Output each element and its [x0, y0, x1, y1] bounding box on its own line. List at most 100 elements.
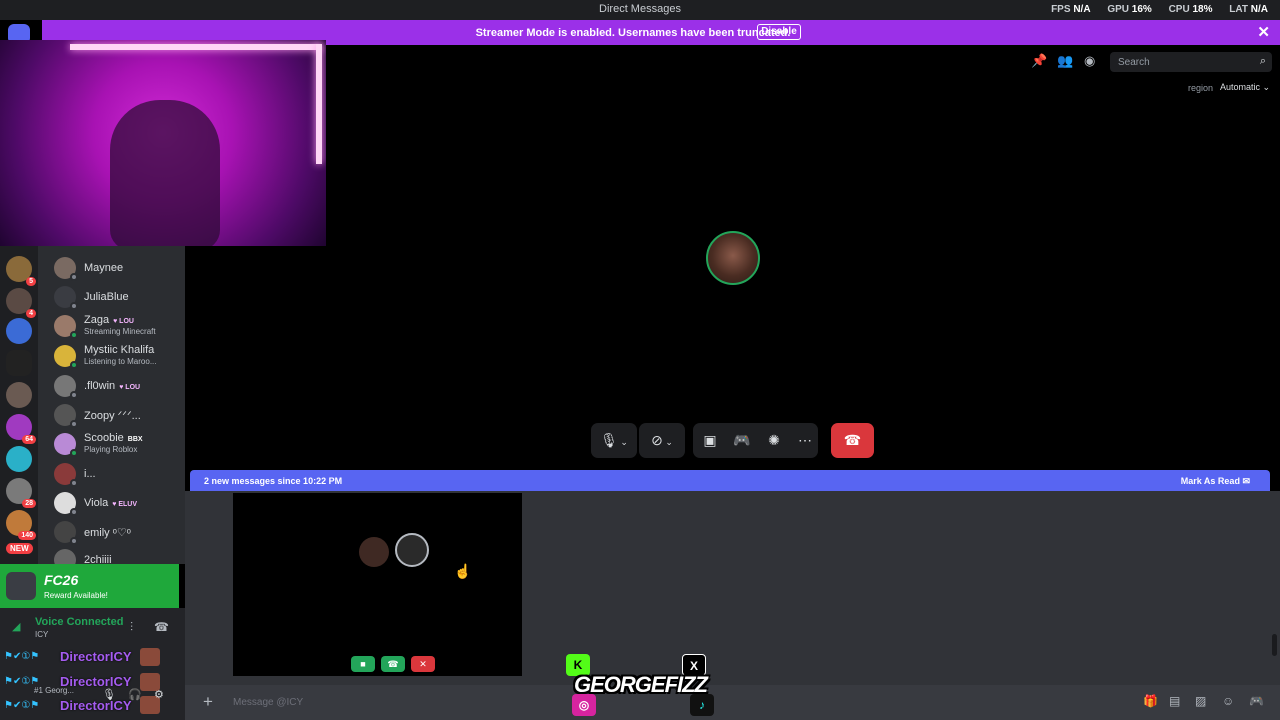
avatar	[54, 315, 78, 339]
pin-icon[interactable]: 📌	[1031, 53, 1047, 69]
mark-as-read-button[interactable]: Mark As Read ✉	[1181, 476, 1250, 487]
new-messages-text: 2 new messages since 10:22 PM	[204, 476, 343, 486]
server-icon[interactable]	[6, 318, 32, 344]
gpu-value: 16%	[1131, 4, 1152, 15]
sticker-icon[interactable]: ▨	[1195, 694, 1206, 708]
unread-badge: 140	[18, 531, 36, 540]
dm-item[interactable]: emily ᵒ♡ᵒ	[52, 516, 182, 546]
clan-tag: ♥ LOU	[113, 318, 134, 325]
dm-name-row: Scoobie BBX	[84, 432, 143, 444]
webcam-overlay	[0, 40, 326, 246]
status-dot	[70, 479, 78, 487]
avatar	[54, 375, 78, 399]
camera-off-icon: ⊘	[651, 432, 663, 448]
chevron-down-icon[interactable]: ⌄	[618, 437, 628, 447]
add-friends-icon[interactable]: 👥	[1057, 53, 1073, 69]
chevron-down-icon[interactable]: ⌄	[663, 437, 673, 447]
region-label: region	[1188, 83, 1214, 93]
gift-icon[interactable]: 🎁	[1143, 694, 1158, 708]
mark-as-read-label: Mark As Read	[1180, 476, 1240, 486]
dm-item[interactable]: 2chiiii	[52, 544, 182, 564]
dm-activity: Playing Roblox	[84, 445, 138, 454]
server-icon[interactable]	[6, 446, 32, 472]
apps-icon[interactable]: 🎮	[1249, 694, 1264, 708]
video-join-button[interactable]: ■	[351, 656, 375, 672]
dm-item[interactable]: Zoopy ᐟᐟᐟ...	[52, 399, 182, 429]
microphone-button[interactable]: 🎙 ⌄	[591, 423, 637, 458]
dm-item[interactable]: Zaga ♥ LOU Streaming Minecraft	[52, 310, 182, 340]
call-area: 📌 👥 ◉ Search ⌕ region Automatic ⌄ 🎙 ⌄ ⊘ …	[185, 45, 1280, 468]
soundboard-icon[interactable]: ✺	[763, 423, 785, 458]
user-panel: ⚑✔①⚑ DirectorICY #1 Georg... ⚑✔①⚑ Direct…	[0, 648, 185, 720]
hand-cursor-icon: ☝	[454, 563, 472, 579]
dm-name: .fl0win	[84, 380, 116, 392]
cpu-label: CPU	[1168, 4, 1190, 15]
noise-suppression-icon[interactable]: ⫶	[130, 620, 133, 635]
server-icon[interactable]: 64	[6, 414, 36, 444]
server-icon[interactable]: 28	[6, 478, 36, 508]
avatar	[54, 521, 78, 545]
dm-name-row: .fl0win ♥ LOU	[84, 380, 140, 392]
server-icon[interactable]: 140	[6, 510, 36, 540]
reward-promo[interactable]: FC26 Reward Available!	[0, 564, 179, 608]
gpu-label: GPU	[1107, 4, 1129, 15]
camera-button[interactable]: ⊘ ⌄	[639, 423, 685, 458]
gif-icon[interactable]: ▤	[1169, 694, 1180, 708]
dm-list: Maynee JuliaBlue Zaga ♥ LOU Streaming Mine…	[38, 246, 185, 564]
unread-badge: 28	[22, 499, 36, 508]
dm-name: Viola	[84, 497, 109, 509]
message-input[interactable]: Message @ICY	[233, 697, 303, 708]
dm-name: Maynee	[84, 262, 124, 274]
decline-button[interactable]: ✕	[411, 656, 435, 672]
dm-item[interactable]: Maynee	[52, 252, 182, 282]
clan-tag: BBX	[127, 436, 143, 443]
emoji-icon[interactable]: ☺	[1222, 694, 1234, 708]
attach-plus-icon[interactable]: +	[203, 692, 213, 712]
dm-item[interactable]: Mystiic Khalifa Listening to Maroo...	[52, 340, 182, 370]
close-icon[interactable]: ✕	[1257, 23, 1270, 41]
voice-status: Voice Connected	[35, 616, 124, 628]
search-icon: ⌕	[1259, 55, 1266, 67]
activities-icon[interactable]: 🎮	[731, 423, 753, 458]
dm-item[interactable]: .fl0win ♥ LOU	[52, 370, 182, 400]
avatar	[54, 492, 78, 516]
dm-item[interactable]: JuliaBlue	[52, 281, 182, 311]
profile-icon[interactable]: ◉	[1084, 53, 1095, 69]
dm-item[interactable]: Scoobie BBX Playing Roblox	[52, 428, 182, 458]
screen-share-icon[interactable]: ▣	[699, 423, 721, 458]
streamer-mode-text: Streamer Mode is enabled. Usernames have…	[475, 27, 791, 39]
server-icon[interactable]	[6, 350, 32, 376]
dm-name: Scoobie	[84, 432, 124, 444]
server-icon[interactable]: 4	[6, 288, 36, 318]
deafen-icon[interactable]: 🎧	[128, 688, 142, 701]
callee-avatar[interactable]	[706, 231, 760, 285]
promo-subtitle: Reward Available!	[44, 591, 108, 600]
dm-item[interactable]: i...	[52, 458, 182, 488]
signal-icon[interactable]: ◢	[12, 620, 20, 633]
region-select[interactable]: Automatic ⌄	[1220, 82, 1270, 93]
title-bar: Direct Messages FPS N/A GPU 16% CPU 18% …	[0, 0, 1280, 20]
new-messages-bar[interactable]: 2 new messages since 10:22 PM Mark As Re…	[190, 470, 1270, 491]
voice-join-button[interactable]: ☎	[381, 656, 405, 672]
new-badge: NEW	[6, 543, 33, 554]
status-dot	[70, 391, 78, 399]
disconnect-button[interactable]: ☎	[831, 423, 874, 458]
search-placeholder: Search	[1118, 57, 1150, 68]
scrollbar[interactable]	[1272, 634, 1277, 656]
dm-item[interactable]: Viola ♥ ELUV	[52, 487, 182, 517]
status-dot	[70, 420, 78, 428]
settings-gear-icon[interactable]: ⚙	[154, 688, 164, 701]
more-options-icon[interactable]: ⋯	[795, 423, 815, 458]
server-icon[interactable]	[6, 382, 32, 408]
lat-label: LAT	[1229, 4, 1248, 15]
disconnect-icon[interactable]: ☎	[154, 620, 169, 634]
avatar	[54, 257, 78, 281]
avatar	[54, 433, 78, 457]
server-icon[interactable]: 5	[6, 256, 36, 286]
disable-streamer-mode-button[interactable]: Disable	[757, 24, 801, 40]
mute-mic-icon[interactable]: 🎙	[102, 688, 116, 701]
search-input[interactable]: Search ⌕	[1110, 52, 1272, 72]
activities-group: ▣ 🎮 ✺ ⋯	[693, 423, 818, 458]
status-dot	[70, 273, 78, 281]
badge-icons: ⚑✔①⚑	[4, 700, 40, 711]
